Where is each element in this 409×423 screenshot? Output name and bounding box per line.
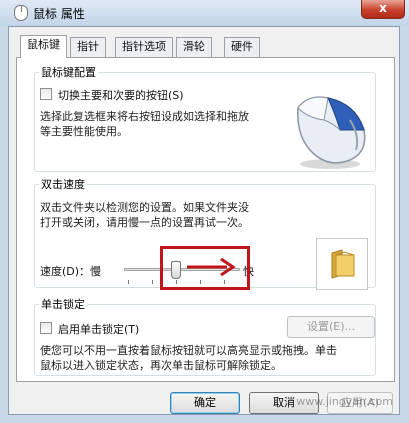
mouse-illustration-icon	[297, 96, 366, 169]
watermark-text: www.jingyan.com	[296, 395, 393, 408]
tab-pointers[interactable]: 指针	[70, 37, 106, 57]
window-title: 鼠标 属性	[33, 7, 85, 21]
tab-hardware[interactable]: 硬件	[224, 37, 260, 57]
double-click-description: 双击文件夹以检测您的设置。如果文件夹没 打开或关闭，请用慢一点的设置再试一次。	[40, 200, 249, 230]
click-lock-description: 使您可以不用一直按着鼠标按钮就可以高亮显示或拖拽。单击 鼠标以进入锁定状态，再次…	[40, 343, 380, 373]
annotation-arrow-icon	[187, 257, 236, 277]
swap-desc-line-1: 选择此复选框来将右按钮设成如选择和拖放	[40, 110, 249, 123]
click-lock-settings-button[interactable]: 设置(E)...	[287, 316, 375, 338]
click-lock-label[interactable]: 启用单击锁定(T)	[58, 321, 139, 337]
button-config-legend: 鼠标键配置	[41, 66, 96, 79]
swap-buttons-description: 选择此复选框来将右按钮设成如选择和拖放 等主要性能使用。	[40, 109, 249, 139]
folder-icon[interactable]	[330, 249, 356, 279]
swap-buttons-label[interactable]: 切换主要和次要的按钮(S)	[58, 87, 184, 103]
speed-label-slow: 速度(D)：慢	[40, 265, 102, 278]
tab-panel: 鼠标键配置 切换主要和次要的按钮(S) 选择此复选框来将右按钮设成如选择和拖放 …	[16, 57, 395, 382]
swap-desc-line-2: 等主要性能使用。	[40, 125, 128, 138]
slider-tick	[128, 280, 129, 284]
click-lock-legend: 单击锁定	[41, 298, 85, 311]
double-click-desc-line-1: 双击文件夹以检测您的设置。如果文件夹没	[40, 201, 249, 214]
tab-wheel[interactable]: 滑轮	[176, 37, 212, 57]
click-lock-desc-line-2: 鼠标以进入锁定状态，再次单击鼠标可解除锁定。	[40, 359, 282, 372]
click-lock-checkbox[interactable]	[40, 322, 52, 334]
tab-pointer-options[interactable]: 指针选项	[115, 37, 173, 57]
tab-buttons[interactable]: 鼠标键	[20, 35, 67, 58]
swap-buttons-checkbox[interactable]	[40, 88, 52, 100]
slider-tick	[152, 280, 153, 284]
ok-button[interactable]: 确定	[170, 392, 240, 414]
dialog-client: 鼠标键 指针 指针选项 滑轮 硬件 鼠标键配置 切换主要和次要的按钮(S) 选择…	[8, 26, 400, 415]
double-click-desc-line-2: 打开或关闭，请用慢一点的设置再试一次。	[40, 216, 249, 229]
close-button[interactable]: x	[361, 0, 405, 19]
click-lock-desc-line-1: 使您可以不用一直按着鼠标按钮就可以高亮显示或拖拽。单击	[40, 344, 337, 357]
mouse-icon	[14, 5, 28, 21]
close-icon: x	[379, 1, 387, 15]
title-bar: 鼠标 属性 x	[0, 0, 409, 26]
double-click-legend: 双击速度	[41, 178, 85, 191]
